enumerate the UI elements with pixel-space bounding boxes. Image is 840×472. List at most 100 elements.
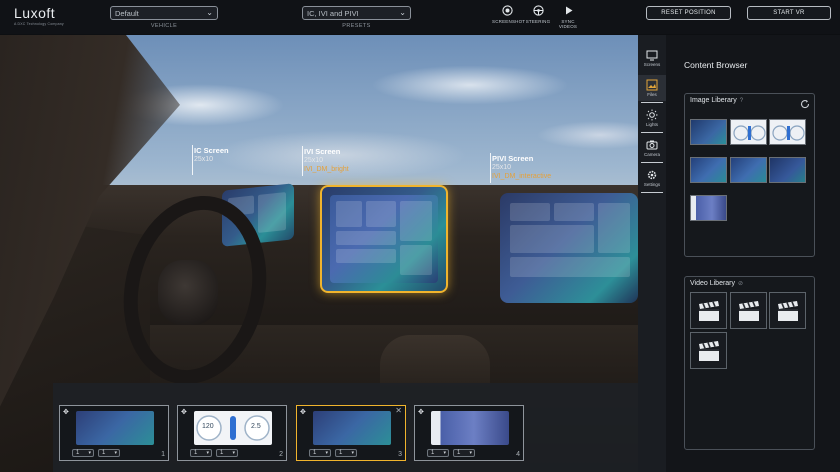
move-icon[interactable]: ✥ xyxy=(300,408,306,416)
move-icon[interactable]: ✥ xyxy=(181,408,187,416)
ivi-tile xyxy=(400,201,432,241)
layout-select-a-value: 1 xyxy=(76,450,80,456)
presets-select-group: IC, IVI and PIVI ⌄ PRESETS xyxy=(302,6,411,29)
ivi-tile xyxy=(400,245,432,275)
image-thumbnail[interactable] xyxy=(769,157,806,183)
rail-item-lights[interactable]: Lights xyxy=(638,105,666,133)
clapperboard-icon xyxy=(698,340,719,361)
layout-card-4[interactable]: ✥ 1 ▾ 1 ▾ 4 xyxy=(414,405,524,461)
pivi-label-leader xyxy=(490,153,491,183)
layout-select-a[interactable]: 1 ▾ xyxy=(427,449,449,457)
ivi-display[interactable] xyxy=(320,185,448,293)
gauge-right-value: 2.5 xyxy=(251,423,261,430)
vehicle-select[interactable]: Default ⌄ xyxy=(110,6,218,20)
layout-number: 1 xyxy=(161,451,165,458)
image-library: Image Liberary? xyxy=(684,93,815,257)
camera-shutter-icon xyxy=(501,5,513,16)
image-thumbnail[interactable] xyxy=(690,157,727,183)
video-library: Video Liberary ⊘ xyxy=(684,276,815,450)
image-thumbnail[interactable] xyxy=(730,157,767,183)
image-thumbnail[interactable] xyxy=(690,195,727,221)
reset-position-button[interactable]: RESET POSITION xyxy=(646,6,731,20)
ivi-tile xyxy=(366,201,396,227)
rail-label-settings: Settings xyxy=(643,182,661,187)
layout-preview xyxy=(313,411,391,445)
layout-select-b-value: 1 xyxy=(339,450,343,456)
video-thumbnail[interactable] xyxy=(690,332,727,369)
chevron-down-icon: ▾ xyxy=(114,450,117,456)
rail-item-settings[interactable]: Settings xyxy=(638,165,666,193)
vehicle-select-group: Default ⌄ VEHICLE xyxy=(110,6,218,29)
layout-select-a[interactable]: 1 ▾ xyxy=(190,449,212,457)
layout-select-b[interactable]: 1 ▾ xyxy=(335,449,357,457)
layout-select-b[interactable]: 1 ▾ xyxy=(98,449,120,457)
rail-divider xyxy=(641,192,663,193)
chevron-down-icon: ▾ xyxy=(88,450,91,456)
vehicle-select-value: Default xyxy=(115,9,139,18)
close-icon[interactable]: ✕ xyxy=(395,406,402,415)
layout-card-1[interactable]: ✥ 1 ▾ 1 ▾ 1 xyxy=(59,405,169,461)
pivi-tile xyxy=(510,225,594,253)
video-thumbnail[interactable] xyxy=(730,292,767,329)
info-icon[interactable]: ⊘ xyxy=(738,281,743,287)
presets-select-value: IC, IVI and PIVI xyxy=(307,9,359,18)
layout-card-3[interactable]: ✥ ✕ 1 ▾ 1 ▾ 3 xyxy=(296,405,406,461)
sync-videos-button[interactable]: SYNC VIDEOS xyxy=(553,5,583,29)
screenshot-button[interactable]: SCREENSHOT xyxy=(492,5,526,24)
image-thumbnail[interactable] xyxy=(690,119,727,145)
rail-item-screens[interactable]: Screens xyxy=(638,45,666,71)
rail-divider xyxy=(641,102,663,103)
help-icon[interactable]: ? xyxy=(740,98,743,104)
layout-select-a-value: 1 xyxy=(194,450,198,456)
ivi-screen-resolution: 25x10 xyxy=(304,157,324,164)
ivi-screen-title: IVI Screen xyxy=(304,147,341,156)
presets-caption: PRESETS xyxy=(342,23,371,29)
video-library-title: Video Liberary ⊘ xyxy=(690,280,743,287)
image-thumbnail[interactable] xyxy=(730,119,767,145)
presets-select[interactable]: IC, IVI and PIVI ⌄ xyxy=(302,6,411,20)
clapperboard-icon xyxy=(698,300,719,321)
chevron-down-icon: ▾ xyxy=(232,450,235,456)
layout-number: 2 xyxy=(279,451,283,458)
refresh-icon[interactable] xyxy=(800,96,810,109)
gauge-left-value: 120 xyxy=(202,423,214,430)
pivi-display[interactable] xyxy=(500,193,638,303)
layout-select-b[interactable]: 1 ▾ xyxy=(216,449,238,457)
pivi-tile xyxy=(598,203,630,253)
ic-screen-label: IC Screen 25x10 xyxy=(194,146,229,164)
pivi-screen-resolution: 25x10 xyxy=(492,164,512,171)
move-icon[interactable]: ✥ xyxy=(418,408,424,416)
pivi-screen-label: PIVI Screen 25x10 IVI_DM_interactive xyxy=(492,154,551,181)
video-library-title-text: Video Liberary xyxy=(690,280,736,287)
rail-divider xyxy=(641,162,663,163)
layout-select-a[interactable]: 1 ▾ xyxy=(72,449,94,457)
chevron-down-icon: ▾ xyxy=(206,450,209,456)
image-thumbnail[interactable] xyxy=(769,119,806,145)
layout-select-a[interactable]: 1 ▾ xyxy=(309,449,331,457)
video-thumbnail[interactable] xyxy=(769,292,806,329)
video-thumbnail[interactable] xyxy=(690,292,727,329)
ic-tile xyxy=(258,192,286,233)
ivi-label-leader xyxy=(302,146,303,176)
steering-label: STEERING xyxy=(525,19,551,24)
ivi-tile xyxy=(336,201,362,227)
layout-select-b-value: 1 xyxy=(102,450,106,456)
layout-number: 4 xyxy=(516,451,520,458)
steering-button[interactable]: STEERING xyxy=(523,5,553,24)
gear-icon xyxy=(646,169,658,181)
chevron-down-icon: ⌄ xyxy=(206,8,213,17)
layout-select-b[interactable]: 1 ▾ xyxy=(453,449,475,457)
start-vr-button[interactable]: START VR xyxy=(747,6,831,20)
side-rail: Screens Files Lights Camera Settings xyxy=(638,35,666,472)
move-icon[interactable]: ✥ xyxy=(63,408,69,416)
screenshot-label: SCREENSHOT xyxy=(492,19,526,24)
rail-item-files[interactable]: Files xyxy=(638,75,666,103)
layout-preview: 120 2.5 xyxy=(194,411,272,445)
top-bar: Luxoft A DXC Technology Company Default … xyxy=(0,0,840,34)
layout-card-2[interactable]: ✥ 120 2.5 1 ▾ 1 ▾ 2 xyxy=(177,405,287,461)
pivi-tile xyxy=(554,203,594,221)
rail-item-camera[interactable]: Camera xyxy=(638,135,666,163)
chevron-down-icon: ⌄ xyxy=(399,8,406,17)
layout-select-b-value: 1 xyxy=(457,450,461,456)
vehicle-caption: VEHICLE xyxy=(150,23,178,29)
